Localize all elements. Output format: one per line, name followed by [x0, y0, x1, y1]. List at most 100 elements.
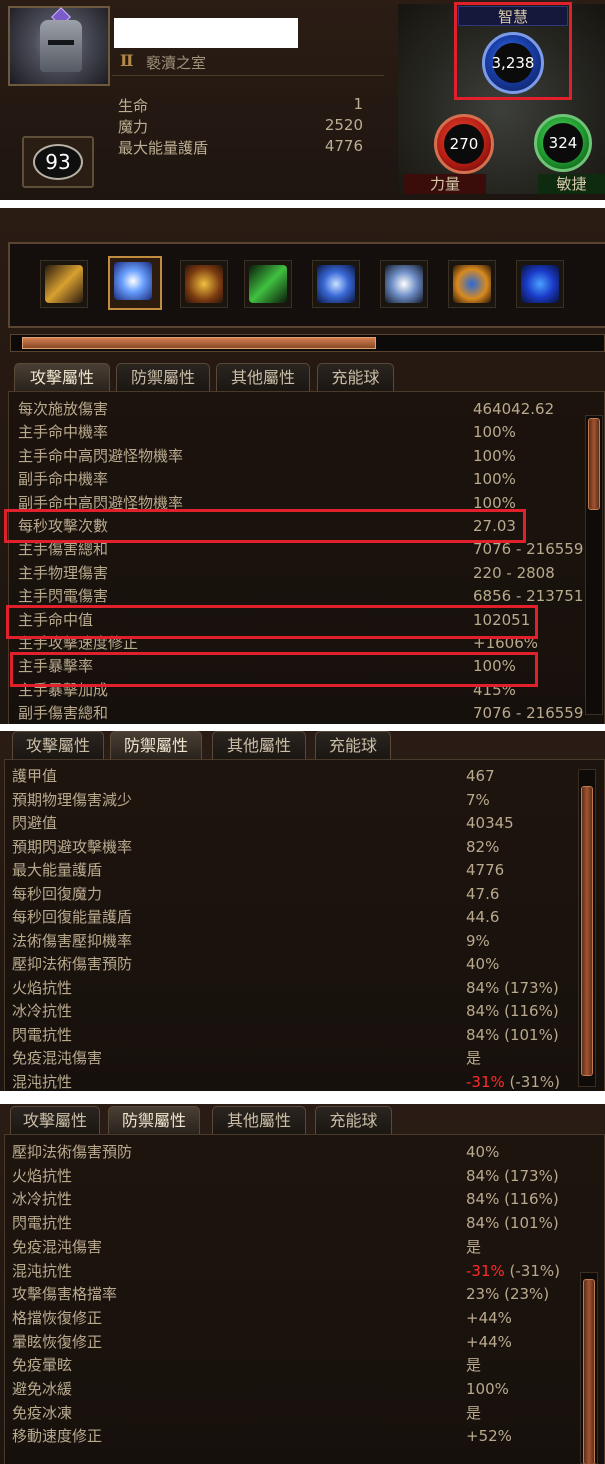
stat-row: 主手物理傷害 220 - 2808 [18, 562, 578, 586]
stat-row-value: 7076 - 216559 [473, 704, 584, 723]
stat-row: 護甲值 467 [12, 765, 572, 789]
stat-row: 主手命中高閃避怪物機率 100% [18, 445, 578, 469]
tab-defense[interactable]: 防禦屬性 [108, 1106, 200, 1134]
stat-row-label: 法術傷害壓抑機率 [12, 931, 133, 950]
stat-energy-shield: 最大能量護盾 4776 [118, 137, 363, 157]
stat-row-label: 預期閃避攻擊機率 [12, 837, 133, 856]
lightning-ring-icon [185, 265, 223, 303]
stat-row-label: 火焰抗性 [12, 978, 73, 997]
stat-row: 閃電抗性 84% (101%) [12, 1024, 572, 1048]
stat-row: 副手命中機率 100% [18, 468, 578, 492]
spell-burst-icon [114, 262, 152, 300]
stat-row-label: 混沌抗性 [12, 1261, 73, 1280]
stat-row: 副手傷害總和 7076 - 216559 [18, 702, 583, 724]
stat-row-value: 82% [466, 837, 500, 856]
character-name-redacted [114, 18, 298, 48]
stat-row-label: 主手閃電傷害 [18, 587, 109, 606]
skill-slot[interactable] [448, 260, 496, 308]
screenshot-gap [0, 1091, 605, 1104]
stat-row: 每次施放傷害 464042.62 [18, 398, 578, 422]
stat-row-value: 84% (116%) [466, 1002, 559, 1020]
frost-nova-icon [385, 265, 423, 303]
offense-scrollbar[interactable] [585, 415, 603, 715]
stat-row-value: -31% (-31%) [466, 1072, 560, 1091]
highlight-attacks-per-second [4, 509, 526, 543]
highlight-crit-chance [10, 652, 538, 687]
defense-stats-panel-scrolled: 攻擊屬性 防禦屬性 其他屬性 充能球 壓抑法術傷害預防 40% 火焰抗性 84% (1… [0, 1104, 605, 1464]
stat-row: 最大能量護盾 4776 [12, 859, 572, 883]
skill-slot[interactable] [180, 260, 228, 308]
stat-row-value: +52% [466, 1427, 512, 1446]
stat-row: 閃電抗性 84% (101%) [12, 1212, 572, 1236]
tab-defense[interactable]: 防禦屬性 [116, 363, 210, 391]
tab-misc[interactable]: 其他屬性 [212, 1106, 306, 1134]
stat-row-value: -31% (-31%) [466, 1261, 560, 1280]
stat-row: 預期物理傷害減少 7% [12, 789, 572, 813]
stat-label: 魔力 [118, 118, 149, 136]
experience-fill [22, 337, 376, 349]
tab-misc[interactable]: 其他屬性 [216, 363, 310, 391]
stat-row-value: 467 [466, 767, 495, 785]
stat-row-value: +44% [466, 1308, 512, 1327]
tab-charges[interactable]: 充能球 [315, 1106, 392, 1134]
stat-row: 火焰抗性 84% (173%) [12, 1165, 572, 1189]
tab-misc[interactable]: 其他屬性 [212, 731, 306, 759]
helmet-visor [48, 40, 74, 45]
tab-offense[interactable]: 攻擊屬性 [14, 363, 110, 391]
stat-row-label: 攻擊傷害格擋率 [12, 1285, 118, 1304]
stat-row-label: 主手命中高閃避怪物機率 [18, 446, 184, 465]
stat-row-value: 是 [466, 1403, 482, 1422]
stat-row-label: 副手命中機率 [18, 470, 109, 489]
intelligence-highlight-box [454, 2, 572, 100]
stat-row-label: 移動速度修正 [12, 1427, 103, 1446]
negative-value: -31% [466, 1261, 505, 1280]
stat-row: 預期閃避攻擊機率 82% [12, 836, 572, 860]
stat-value: 2520 [324, 116, 363, 134]
stat-row-label: 閃避值 [12, 814, 58, 832]
stat-row-value: 是 [466, 1049, 482, 1067]
skill-slot[interactable] [380, 260, 428, 308]
stat-row-value: 84% (116%) [466, 1190, 559, 1209]
stat-row: 免疫混沌傷害 是 [12, 1236, 572, 1260]
stat-row-value: 220 - 2808 [473, 563, 555, 582]
stat-row-label: 預期物理傷害減少 [12, 790, 133, 809]
stat-row-label: 冰冷抗性 [12, 1002, 73, 1020]
stat-label: 生命 [118, 97, 149, 115]
tab-charges[interactable]: 充能球 [317, 363, 394, 391]
stat-row-label: 冰冷抗性 [12, 1190, 73, 1209]
defense-scroll-thumb[interactable] [583, 1279, 595, 1464]
orb-ring-icon [453, 265, 491, 303]
stat-row-value: 7% [466, 790, 490, 809]
lightning-bolt-icon [317, 265, 355, 303]
helmet-icon [40, 20, 82, 72]
stat-row-value: 100% [466, 1380, 509, 1398]
stat-row-label: 主手命中機率 [18, 423, 109, 442]
negative-value: -31% [466, 1072, 505, 1091]
character-level: 93 [45, 150, 71, 174]
stat-row: 攻擊傷害格擋率 23% (23%) [12, 1283, 572, 1307]
skill-slot[interactable] [40, 260, 88, 308]
stat-row: 移動速度修正 +52% [12, 1425, 572, 1449]
stat-row: 主手命中機率 100% [18, 421, 578, 445]
stat-row-value: 84% (173%) [466, 978, 559, 997]
stat-row-label: 火焰抗性 [12, 1166, 73, 1185]
stat-row-value: 84% (101%) [466, 1214, 559, 1233]
stat-row-value: 是 [466, 1356, 482, 1375]
stat-row: 混沌抗性 -31% (-31%) [12, 1260, 572, 1284]
stat-row-label: 閃電抗性 [12, 1214, 73, 1233]
stat-row-label: 閃電抗性 [12, 1025, 73, 1044]
stat-row: 暈眩恢復修正 +44% [12, 1331, 572, 1355]
defense-scrollbar[interactable] [578, 769, 596, 1087]
tab-offense[interactable]: 攻擊屬性 [10, 1106, 100, 1134]
tab-charges[interactable]: 充能球 [315, 731, 391, 759]
skill-slot[interactable] [244, 260, 292, 308]
offense-scroll-thumb[interactable] [588, 418, 600, 510]
defense-scroll-thumb[interactable] [581, 786, 593, 1076]
stat-row-label: 每次施放傷害 [18, 400, 109, 418]
skill-slot[interactable] [312, 260, 360, 308]
defense-scrollbar[interactable] [580, 1272, 598, 1464]
skill-slot[interactable] [516, 260, 564, 308]
tab-offense[interactable]: 攻擊屬性 [12, 731, 104, 759]
skill-slot[interactable] [108, 256, 162, 310]
tab-defense[interactable]: 防禦屬性 [110, 731, 202, 759]
